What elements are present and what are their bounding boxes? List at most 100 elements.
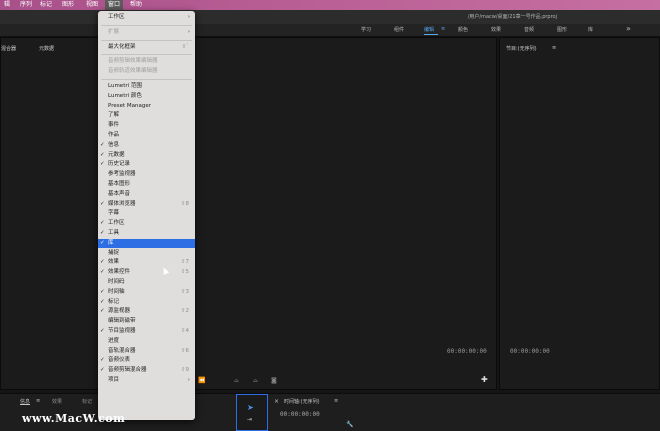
menu-item-0[interactable]: 工作区 › [98, 13, 195, 22]
selection-tool-icon[interactable]: ➤ [247, 403, 254, 412]
watermark: www.MacW.com [22, 412, 126, 425]
menu-item-label: 媒体浏览器 [108, 200, 136, 207]
menu-item-26[interactable]: 捕捉 [98, 249, 195, 258]
menubar-item-2[interactable]: 标记 [40, 0, 52, 10]
menu-item-25[interactable]: ✓ 库 [98, 238, 195, 248]
menu-item-39[interactable]: 项目 › [98, 376, 195, 385]
menu-item-label: 扩展 [108, 28, 120, 35]
menu-item-31[interactable]: ✓ 标记 [98, 298, 195, 307]
menu-item-10[interactable]: Lumetri 颜色 [98, 92, 195, 101]
menu-item-label: Lumetri 范围 [108, 83, 142, 89]
menu-item-label: 效果 [108, 259, 120, 266]
wrench-icon[interactable]: 🔧 [346, 421, 353, 428]
checkmark-icon: ✓ [100, 357, 105, 364]
menu-item-label: 参考监视器 [108, 171, 136, 178]
menu-item-shortcut: ⇧2 [180, 308, 189, 315]
menu-item-14[interactable]: 作品 [98, 131, 195, 140]
menu-item-27[interactable]: ✓ 效果 ⇧7 [98, 258, 195, 267]
menu-item-17[interactable]: ✓ 历史记录 [98, 160, 195, 169]
source-timecode: 00:00:00:00 [447, 348, 487, 355]
menubar-item-4[interactable]: 视图 [86, 0, 98, 10]
menu-item-18[interactable]: 参考监视器 [98, 170, 195, 179]
menu-item-label: 源监视器 [108, 308, 131, 315]
tab-info[interactable]: 信息 [20, 398, 30, 405]
menu-item-label: 时间轴 [108, 288, 125, 295]
menu-item-15[interactable]: ✓ 信息 [98, 141, 195, 150]
menu-item-9[interactable]: Lumetri 范围 [98, 82, 195, 91]
chevron-right-icon: › [187, 377, 190, 383]
menu-item-32[interactable]: ✓ 源监视器 ⇧2 [98, 307, 195, 316]
menu-item-11[interactable]: Preset Manager [98, 102, 195, 111]
timeline-title[interactable]: 时间轴:(无序列) [284, 398, 320, 405]
menu-item-16[interactable]: ✓ 元数据 [98, 151, 195, 160]
timeline-menu-icon[interactable]: ≡ [334, 398, 338, 404]
track-select-icon[interactable]: ⇥ [247, 416, 252, 423]
menu-item-2: 扩展 › [98, 28, 195, 37]
tab-workspace-2[interactable]: 编辑 [424, 26, 434, 33]
menu-item-21[interactable]: ✓ 媒体浏览器 ⇧8 [98, 200, 195, 209]
overwrite-icon[interactable]: ⌓ [253, 377, 258, 385]
menu-item-23[interactable]: ✓ 工作区 [98, 219, 195, 228]
tab-workspace-3[interactable]: 颜色 [458, 26, 468, 33]
program-menu-icon[interactable]: ≡ [552, 45, 556, 51]
tab-workspace-1[interactable]: 组件 [394, 26, 404, 33]
menu-item-label: 音频轨道效果编辑器 [108, 68, 158, 75]
tab-workspace-7[interactable]: 库 [588, 26, 593, 33]
double-chevron-right-icon[interactable]: » [626, 24, 631, 33]
menubar-item-3[interactable]: 图形 [62, 0, 74, 10]
menu-item-shortcut: ⇧4 [180, 328, 189, 334]
menu-item-label: 事件 [108, 122, 120, 129]
menu-item-12[interactable]: 了解 [98, 111, 195, 120]
menu-item-shortcut: ⇧8 [180, 200, 189, 207]
tab-effects[interactable]: 效果 [52, 398, 62, 405]
tab-workspace-5[interactable]: 音频 [524, 26, 534, 33]
info-menu-icon[interactable]: ≡ [36, 398, 40, 404]
menu-item-35[interactable]: 进度 [98, 337, 195, 346]
menu-item-13[interactable]: 事件 [98, 121, 195, 130]
menu-item-38[interactable]: ✓ 音频剪辑混合器 ⇧9 [98, 366, 195, 375]
menu-item-29[interactable]: 时间码 [98, 278, 195, 287]
menubar-item-0[interactable]: 辑 [4, 0, 10, 10]
menu-item-label: 标记 [108, 298, 120, 305]
tab-workspace-4[interactable]: 效果 [491, 26, 501, 33]
menu-separator [101, 54, 192, 56]
menu-item-label: 项目 [108, 377, 120, 383]
menu-item-19[interactable]: 基本图形 [98, 180, 195, 189]
menu-item-shortcut: ⇧3 [180, 288, 189, 295]
tab-audio-mixer[interactable]: 混合器 [1, 45, 16, 52]
active-workspace-menu-icon[interactable]: ≡ [441, 26, 445, 32]
menubar-item-1[interactable]: 序列 [20, 0, 32, 10]
menu-item-24[interactable]: ✓ 工具 [98, 229, 195, 238]
tab-workspace-6[interactable]: 图形 [557, 26, 567, 33]
tab-metadata[interactable]: 元数据 [39, 45, 54, 52]
menubar-item-5[interactable]: 窗口 [105, 0, 124, 10]
checkmark-icon: ✓ [100, 200, 105, 207]
menu-item-34[interactable]: ✓ 节目监视器 ⇧4 [98, 327, 195, 336]
menu-item-36[interactable]: 音轨混合器 ⇧6 [98, 347, 195, 356]
checkmark-icon: ✓ [100, 161, 105, 168]
menu-item-30[interactable]: ✓ 时间轴 ⇧3 [98, 288, 195, 297]
step-back-icon[interactable]: ⏪ [198, 377, 205, 384]
menu-item-4[interactable]: 最大化框架 ⇧` [98, 43, 195, 52]
menu-item-28[interactable]: ✓ 效果控件 ⇧5 [98, 268, 195, 277]
tools-panel: ➤ ⇥ [236, 394, 268, 431]
menu-item-7: 音频轨道效果编辑器 [98, 67, 195, 76]
menu-item-label: 了解 [108, 112, 120, 119]
program-title[interactable]: 节目:(无序列) [506, 45, 537, 52]
menu-item-37[interactable]: ✓ 音频仪表 [98, 356, 195, 365]
tab-markers[interactable]: 标记 [82, 398, 92, 405]
add-button-icon[interactable]: ✚ [481, 375, 488, 384]
insert-icon[interactable]: ⌓ [234, 377, 239, 385]
menu-item-20[interactable]: 基本声音 [98, 190, 195, 199]
tab-workspace-0[interactable]: 学习 [361, 26, 371, 33]
menu-item-label: 音频剪辑混合器 [108, 367, 147, 374]
menubar-item-6[interactable]: 帮助 [130, 0, 142, 10]
program-panel: 节目:(无序列) ≡ 00:00:00:00 [499, 37, 660, 390]
camera-icon[interactable]: ◙ [271, 377, 277, 384]
menu-separator [101, 79, 192, 80]
timeline-close-icon[interactable]: × [274, 398, 279, 405]
menu-item-33[interactable]: 编辑到磁带 [98, 317, 195, 326]
menu-item-label: 信息 [108, 141, 120, 148]
menu-item-22[interactable]: 字幕 [98, 209, 195, 218]
menu-item-label: 工具 [108, 230, 120, 236]
